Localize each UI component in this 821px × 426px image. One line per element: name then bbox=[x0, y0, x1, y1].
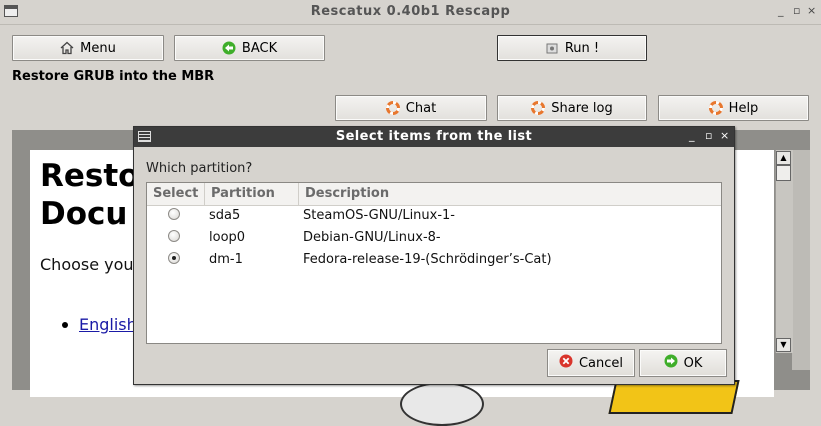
dialog-close-icon[interactable]: × bbox=[720, 129, 729, 142]
list-row[interactable]: sda5 SteamOS-GNU/Linux-1- bbox=[147, 205, 721, 227]
banner-image bbox=[608, 380, 740, 414]
run-icon bbox=[545, 41, 559, 55]
lifebuoy-icon bbox=[385, 101, 400, 115]
column-header-select[interactable]: Select bbox=[153, 186, 198, 201]
column-separator bbox=[204, 183, 205, 205]
window-titlebar: Rescatux 0.40b1 Rescapp _ ▫ × bbox=[0, 0, 821, 25]
list-row[interactable]: loop0 Debian-GNU/Linux-8- bbox=[147, 227, 721, 249]
list-header: Select Partition Description bbox=[147, 183, 721, 206]
dialog-title: Select items from the list bbox=[335, 129, 533, 144]
column-header-partition[interactable]: Partition bbox=[211, 186, 275, 201]
close-icon[interactable]: × bbox=[807, 4, 816, 17]
dialog-question: Which partition? bbox=[146, 161, 253, 176]
help-button[interactable]: Help bbox=[658, 95, 809, 121]
back-button[interactable]: BACK bbox=[174, 35, 325, 61]
documentation-paragraph: Choose you bbox=[40, 255, 134, 274]
radio-button-selected[interactable] bbox=[168, 252, 180, 264]
run-button-label: Run ! bbox=[564, 40, 600, 56]
ok-button[interactable]: OK bbox=[639, 349, 727, 377]
cancel-button[interactable]: Cancel bbox=[547, 349, 635, 377]
frame-border bbox=[792, 150, 810, 370]
partition-description: SteamOS-GNU/Linux-1- bbox=[303, 208, 456, 223]
partition-description: Debian-GNU/Linux-8- bbox=[303, 230, 441, 245]
menu-button-label: Menu bbox=[80, 40, 116, 56]
maximize-icon[interactable]: ▫ bbox=[793, 4, 800, 17]
chat-button[interactable]: Chat bbox=[335, 95, 487, 121]
partition-name: sda5 bbox=[209, 208, 241, 223]
mascot-image bbox=[400, 382, 484, 426]
minimize-icon[interactable]: _ bbox=[778, 4, 784, 17]
english-link[interactable]: English bbox=[79, 315, 137, 334]
radio-button[interactable] bbox=[168, 230, 180, 242]
scroll-thumb[interactable] bbox=[776, 165, 791, 181]
list-row[interactable]: dm-1 Fedora-release-19-(Schrödinger’s-Ca… bbox=[147, 249, 721, 271]
scroll-down-icon[interactable]: ▼ bbox=[776, 338, 791, 352]
run-button[interactable]: Run ! bbox=[497, 35, 647, 61]
dialog-minimize-icon[interactable]: _ bbox=[689, 129, 695, 142]
home-icon bbox=[60, 41, 74, 55]
select-partition-dialog: Select items from the list _ ▫ × Which p… bbox=[133, 126, 735, 385]
partition-description: Fedora-release-19-(Schrödinger’s-Cat) bbox=[303, 252, 552, 267]
menu-button[interactable]: Menu bbox=[12, 35, 164, 61]
scroll-up-icon[interactable]: ▲ bbox=[776, 151, 791, 165]
dialog-maximize-icon[interactable]: ▫ bbox=[705, 129, 712, 142]
share-log-button-label: Share log bbox=[551, 100, 613, 116]
column-separator bbox=[298, 183, 299, 205]
help-button-label: Help bbox=[728, 100, 759, 116]
lifebuoy-icon bbox=[531, 101, 546, 115]
window-title: Rescatux 0.40b1 Rescapp bbox=[310, 4, 511, 19]
partition-name: loop0 bbox=[209, 230, 246, 245]
back-arrow-icon bbox=[222, 41, 236, 55]
partition-list[interactable]: Select Partition Description sda5 SteamO… bbox=[146, 182, 722, 344]
documentation-heading: Resto Docu bbox=[40, 157, 139, 233]
ok-icon bbox=[664, 354, 678, 372]
partition-name: dm-1 bbox=[209, 252, 243, 267]
list-bullet bbox=[62, 322, 68, 328]
ok-button-label: OK bbox=[683, 355, 703, 371]
dialog-titlebar: Select items from the list _ ▫ × bbox=[134, 127, 734, 147]
documentation-heading-line1: Resto bbox=[40, 158, 140, 194]
cancel-icon bbox=[559, 354, 573, 372]
column-header-description[interactable]: Description bbox=[305, 186, 389, 201]
share-log-button[interactable]: Share log bbox=[497, 95, 647, 121]
cancel-button-label: Cancel bbox=[578, 355, 624, 371]
documentation-heading-line2: Docu bbox=[40, 196, 128, 232]
page-title: Restore GRUB into the MBR bbox=[12, 69, 215, 84]
back-button-label: BACK bbox=[241, 40, 278, 56]
lifebuoy-icon bbox=[708, 101, 723, 115]
chat-button-label: Chat bbox=[405, 100, 437, 116]
radio-button[interactable] bbox=[168, 208, 180, 220]
